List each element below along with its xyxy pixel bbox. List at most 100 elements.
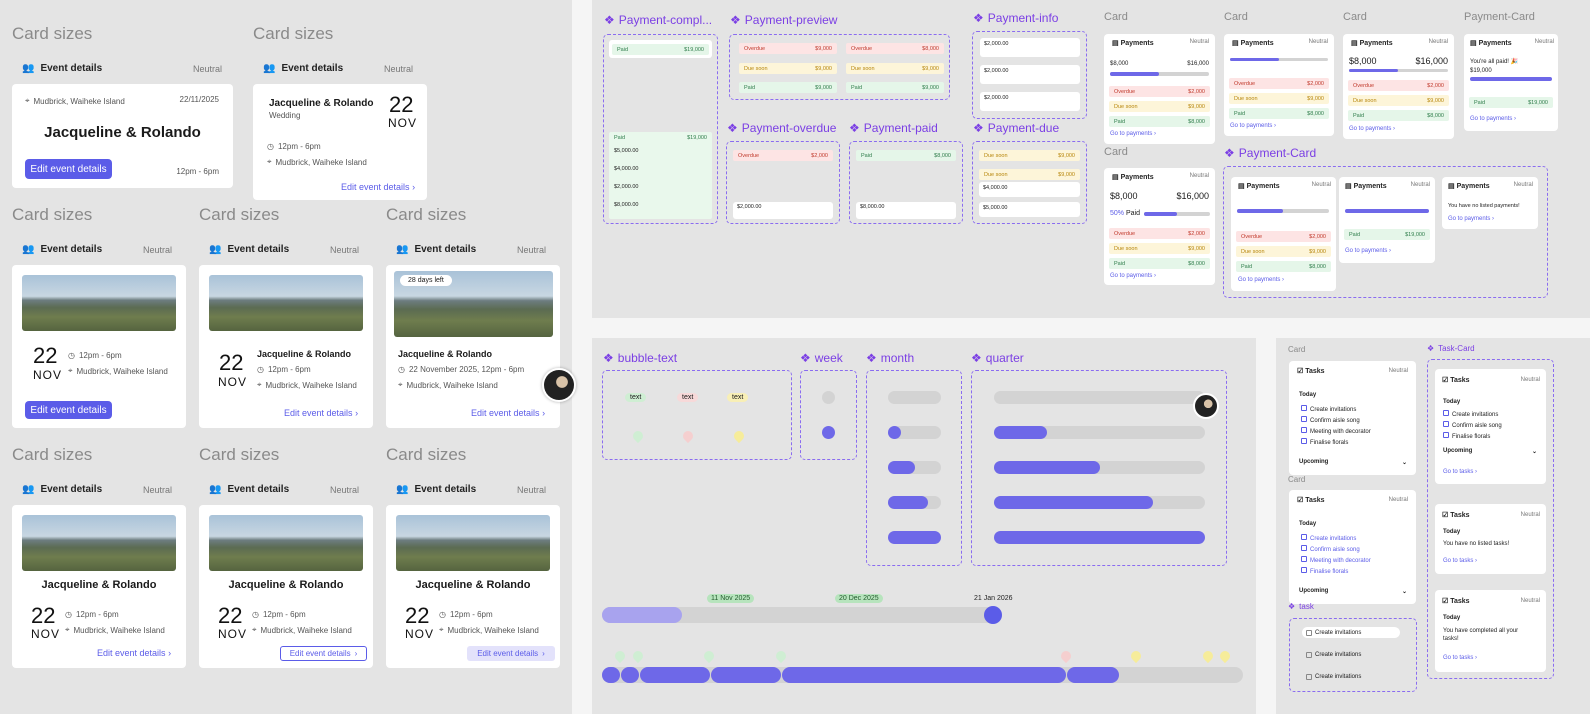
go-to-tasks-link[interactable]: Go to tasks › — [1443, 558, 1477, 564]
month-bar-4-fill — [888, 531, 941, 544]
task-item[interactable]: Meeting with decorator — [1301, 427, 1371, 435]
go-to-payments-link[interactable]: Go to payments › — [1345, 248, 1391, 254]
go-to-payments-link[interactable]: Go to payments › — [1470, 116, 1516, 122]
event-date-short: 22/11/2025 — [179, 95, 219, 104]
task-item[interactable]: Confirm aisle song — [1301, 545, 1360, 553]
row-label: Overdue — [744, 45, 766, 52]
edit-event-button[interactable]: Edit event details — [25, 159, 112, 179]
go-to-payments-link[interactable]: Go to payments › — [1110, 273, 1156, 279]
row-amount: $9,000 — [922, 84, 939, 91]
task-row[interactable]: Create invitations — [1302, 649, 1400, 660]
edit-event-outline-button[interactable]: Edit event details › — [280, 646, 367, 661]
checkbox[interactable] — [1301, 427, 1307, 433]
tasks-panel: Card ☑ Tasks Neutral Today Create invita… — [1276, 338, 1590, 714]
empty-message: You have no listed payments! — [1448, 203, 1520, 209]
go-to-payments-link[interactable]: Go to payments › — [1448, 216, 1494, 222]
row-label: Due soon — [744, 65, 768, 72]
task-item[interactable]: Finalise florals — [1301, 438, 1348, 446]
card-header: 👥 Event details Neutral — [396, 484, 546, 495]
row-amount: $8,000 — [1427, 112, 1444, 119]
task-row[interactable]: Create invitations — [1302, 627, 1400, 638]
checkbox[interactable] — [1306, 651, 1312, 658]
upcoming-toggle[interactable]: Upcoming ⌄ — [1299, 459, 1407, 466]
payment-card-frame: ▤ Payments Neutral Overdue $2,000 Due soo… — [1223, 166, 1548, 298]
upcoming-toggle[interactable]: Upcoming ⌄ — [1299, 588, 1407, 595]
task-label: Finalise florals — [1310, 440, 1349, 446]
status-label: Neutral — [1308, 39, 1328, 45]
edit-event-button[interactable]: Edit event details — [25, 401, 112, 419]
pin-icon: ⌖ — [398, 380, 403, 389]
component-title: ❖ Payment-info — [973, 11, 1058, 25]
task-label: Create invitations — [1310, 407, 1357, 413]
button-label: Edit event details — [289, 649, 351, 658]
link-label: Go to payments — [1349, 126, 1392, 132]
section-title: Card sizes — [199, 445, 280, 464]
task-item[interactable]: Finalise florals — [1301, 567, 1348, 575]
chevron-right-icon: › — [168, 648, 172, 658]
card-header-title: Event details — [414, 244, 477, 255]
couple-name: Jacqueline & Rolando — [398, 349, 493, 359]
checkbox[interactable] — [1443, 421, 1449, 427]
quarter-frame — [971, 370, 1227, 566]
edit-event-link[interactable]: Edit event details › — [341, 182, 415, 192]
go-to-tasks-link[interactable]: Go to tasks › — [1443, 655, 1477, 661]
task-item[interactable]: Create invitations — [1301, 534, 1356, 542]
go-to-payments-link[interactable]: Go to payments › — [1230, 123, 1276, 129]
checkbox[interactable] — [1443, 432, 1449, 438]
paid-total: $8,000 — [1110, 191, 1138, 201]
row-label: Paid — [617, 46, 629, 53]
go-to-payments-link[interactable]: Go to payments › — [1110, 131, 1156, 137]
checkbox[interactable] — [1301, 567, 1307, 573]
overdue-row: Overdue $2,000 — [1348, 80, 1449, 91]
checkbox[interactable] — [1301, 416, 1307, 422]
checkbox[interactable] — [1301, 545, 1307, 551]
time-meta: ◷ 12pm - 6pm — [257, 365, 311, 374]
checkbox[interactable] — [1301, 534, 1307, 540]
percent-paid: 50% Paid — [1110, 210, 1140, 217]
checkbox[interactable] — [1306, 673, 1312, 680]
link-label: Go to payments — [1345, 248, 1388, 254]
timeline-handle[interactable] — [984, 606, 1002, 624]
card-header: 👥 Event details Neutral — [209, 484, 359, 495]
task-item[interactable]: Create invitations — [1443, 410, 1498, 418]
paid-row: Paid $19,000 — [612, 44, 709, 55]
event-cards-panel: Card sizes 👥 Event details Neutral ⌖ Mudbr… — [0, 0, 576, 714]
avatar — [1193, 393, 1219, 419]
component-title-text: Payment-paid — [863, 121, 938, 135]
upcoming-toggle[interactable]: Upcoming ⌄ — [1443, 448, 1537, 455]
task-label: Create invitations — [1315, 629, 1362, 636]
edit-event-tonal-button[interactable]: Edit event details › — [467, 646, 555, 661]
section-title: Payment-Card — [1464, 11, 1535, 23]
go-to-tasks-link[interactable]: Go to tasks › — [1443, 469, 1477, 475]
event-card-photo: 22 NOV Jacqueline & Rolando ◷ 12pm - 6pm … — [199, 265, 373, 428]
time-meta: ◷ 12pm - 6pm — [267, 142, 321, 151]
row-amount: $8,000 — [1307, 110, 1324, 117]
checkbox[interactable] — [1443, 410, 1449, 416]
task-row[interactable]: Create invitations — [1302, 671, 1400, 682]
task-item[interactable]: Meeting with decorator — [1301, 556, 1371, 564]
row-amount: $8,000 — [1309, 263, 1326, 270]
date-long-text: 22 November 2025, 12pm - 6pm — [408, 365, 525, 374]
task-card-empty: ☑ Tasks Neutral Today You have no listed… — [1435, 504, 1546, 574]
go-to-payments-link[interactable]: Go to payments › — [1238, 277, 1284, 283]
task-item[interactable]: Create invitations — [1301, 405, 1356, 413]
checkbox[interactable] — [1301, 438, 1307, 444]
checkbox[interactable] — [1306, 629, 1312, 636]
component-title: ❖ Payment-Card — [1224, 146, 1316, 160]
row-label: Overdue — [738, 152, 760, 159]
status-label: Neutral — [1513, 182, 1533, 188]
go-to-payments-link[interactable]: Go to payments › — [1349, 126, 1395, 132]
task-item[interactable]: Confirm aisle song — [1443, 421, 1502, 429]
location-text: Mudbrick, Waiheke Island — [73, 625, 165, 635]
receipt-icon: ▤ — [1112, 174, 1119, 181]
task-item[interactable]: Confirm aisle song — [1301, 416, 1360, 424]
event-day: 22 — [218, 603, 243, 628]
checkbox[interactable] — [1301, 556, 1307, 562]
task-label: Confirm aisle song — [1310, 547, 1360, 553]
checkbox[interactable] — [1301, 405, 1307, 411]
edit-event-link[interactable]: Edit event details › — [471, 408, 545, 418]
edit-event-link[interactable]: Edit event details › — [97, 648, 171, 658]
edit-event-link[interactable]: Edit event details › — [284, 408, 358, 418]
component-icon: ❖ — [1224, 146, 1235, 160]
task-item[interactable]: Finalise florals — [1443, 432, 1490, 440]
